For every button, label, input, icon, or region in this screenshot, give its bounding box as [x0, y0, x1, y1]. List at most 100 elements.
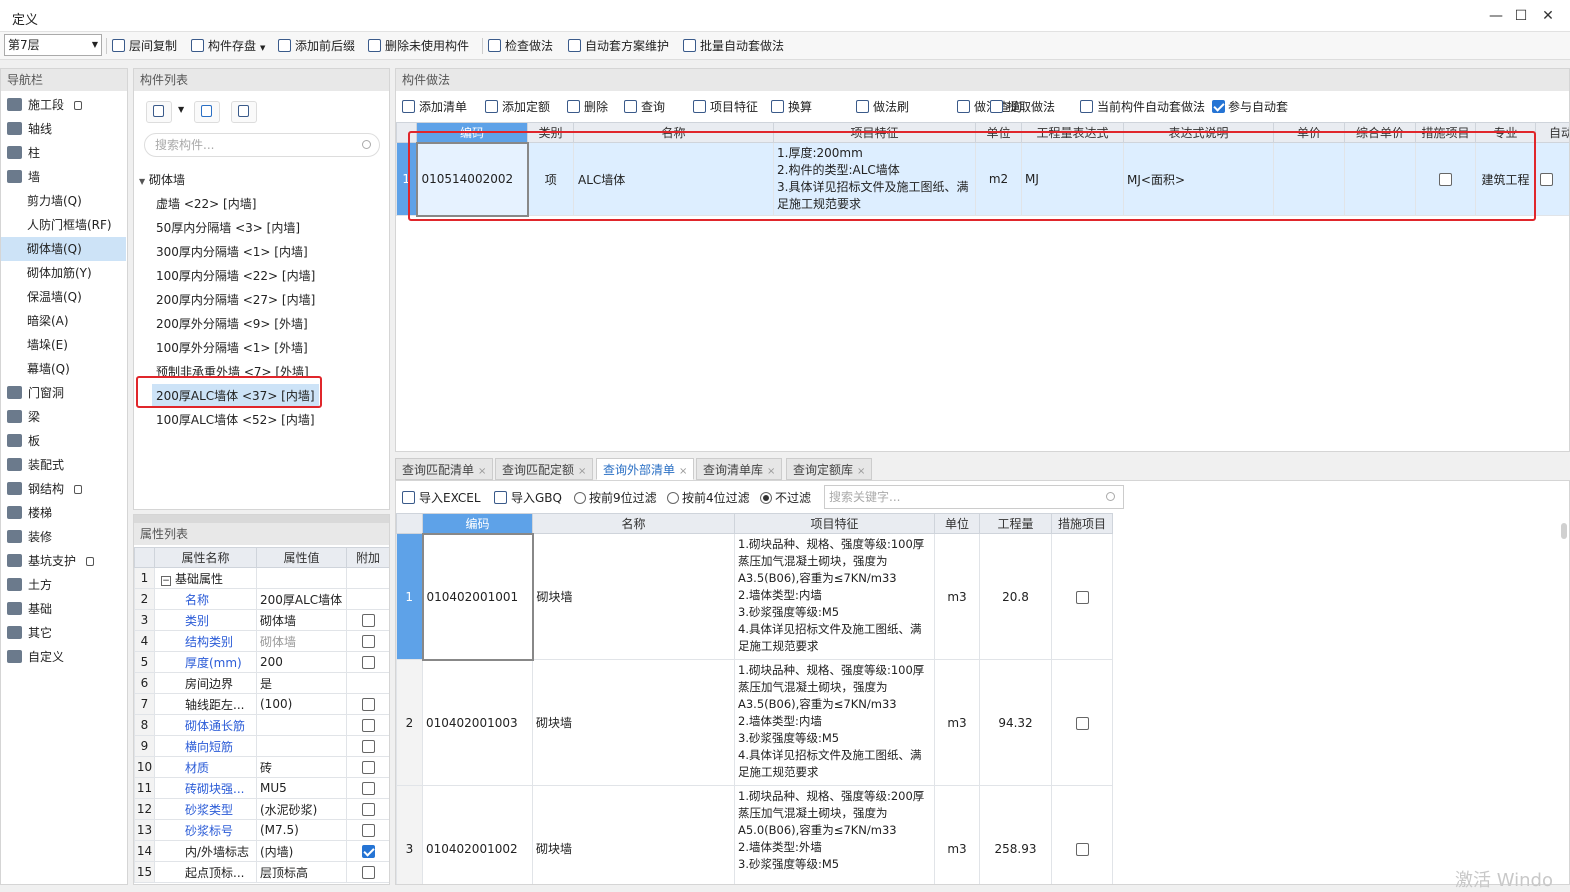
nav-item[interactable]: 轴线 — [1, 117, 126, 141]
cell-price[interactable] — [1274, 143, 1345, 216]
property-value[interactable]: 200 — [257, 652, 347, 673]
nav-item[interactable]: 墙垛(E) — [1, 333, 126, 357]
attach-checkbox[interactable] — [362, 635, 375, 648]
cell-unit[interactable]: m3 — [935, 786, 980, 886]
toolbar-button[interactable]: 删除未使用构件 — [368, 37, 469, 55]
query-tab[interactable]: 查询定额库× — [786, 458, 872, 480]
col-header[interactable]: 项目特征 — [735, 514, 935, 534]
property-attach[interactable] — [347, 778, 390, 799]
minimize-icon[interactable]: — — [1485, 6, 1507, 26]
cell-feature[interactable]: 1.砌块品种、规格、强度等级:200厚蒸压加气混凝土砌块，强度为A5.0(B06… — [735, 786, 935, 886]
cell-name[interactable]: 砌块墙 — [533, 534, 735, 660]
property-attach[interactable] — [347, 694, 390, 715]
nav-item[interactable]: 装修 — [1, 525, 126, 549]
property-row[interactable]: 11砖砌块强...MU5 — [135, 778, 390, 799]
component-search-input[interactable]: 搜索构件... — [144, 133, 380, 157]
property-value[interactable]: 层顶标高 — [257, 862, 347, 883]
attach-checkbox[interactable] — [362, 719, 375, 732]
cell-qty[interactable]: 94.32 — [980, 660, 1052, 786]
col-header[interactable]: 编码 — [423, 514, 533, 534]
toolbar-button[interactable]: 批量自动套做法 — [683, 37, 784, 55]
property-row[interactable]: 3类别砌体墙 — [135, 610, 390, 631]
col-header[interactable]: 单位 — [976, 123, 1022, 143]
property-value[interactable]: (M7.5) — [257, 820, 347, 841]
cell-code[interactable]: 010514002002 — [417, 143, 528, 216]
method-tool-button[interactable]: 提取做法 — [990, 98, 1055, 116]
col-header[interactable]: 名称 — [533, 514, 735, 534]
cell-feature[interactable]: 1.砌块品种、规格、强度等级:100厚蒸压加气混凝土砌块，强度为A3.5(B06… — [735, 660, 935, 786]
query-tab[interactable]: 查询匹配定额× — [495, 458, 593, 480]
nav-item[interactable]: 门窗洞 — [1, 381, 126, 405]
close-icon[interactable]: × — [857, 466, 865, 477]
cell-measure[interactable] — [1052, 660, 1113, 786]
nav-item[interactable]: 土方 — [1, 573, 126, 597]
method-tool-button[interactable]: 做法刷 — [856, 98, 909, 116]
cell-major[interactable]: 建筑工程 — [1476, 143, 1536, 216]
nav-item[interactable]: 装配式 — [1, 453, 126, 477]
table-row[interactable]: 1 010514002002 项 ALC墙体 1.厚度:200mm2.构件的类型… — [397, 143, 1570, 216]
cell-code[interactable]: 010402001001 — [423, 534, 533, 660]
property-attach[interactable] — [347, 568, 390, 589]
toolbar-button[interactable]: 检查做法 — [488, 37, 553, 55]
attach-checkbox[interactable] — [362, 698, 375, 711]
col-header[interactable]: 单价 — [1274, 123, 1345, 143]
cell-cprice[interactable] — [1345, 143, 1416, 216]
property-value[interactable] — [257, 715, 347, 736]
attach-checkbox[interactable] — [362, 740, 375, 753]
component-item[interactable]: 虚墙 <22> [内墙] — [156, 192, 256, 216]
property-row[interactable]: 7轴线距左...(100) — [135, 694, 390, 715]
col-header[interactable]: 类别 — [528, 123, 574, 143]
scrollbar-thumb[interactable] — [1561, 523, 1567, 539]
cell-unit[interactable]: m3 — [935, 660, 980, 786]
chevron-down-icon[interactable]: ▼ — [178, 105, 184, 114]
col-header[interactable]: 编码 — [417, 123, 528, 143]
filter-4-radio[interactable]: 按前4位过滤 — [667, 489, 750, 506]
cell-qty[interactable]: 258.93 — [980, 786, 1052, 886]
nav-item[interactable]: 砌体墙(Q) — [1, 237, 126, 261]
nav-item[interactable]: 人防门框墙(RF) — [1, 213, 126, 237]
property-attach[interactable] — [347, 862, 390, 883]
property-value[interactable]: (100) — [257, 694, 347, 715]
attach-checkbox[interactable] — [362, 824, 375, 837]
nav-item[interactable]: 自定义 — [1, 645, 126, 669]
property-attach[interactable] — [347, 715, 390, 736]
cell-measure[interactable] — [1052, 534, 1113, 660]
toolbar-button[interactable]: 自动套方案维护 — [568, 37, 669, 55]
nav-item[interactable]: 砌体加筋(Y) — [1, 261, 126, 285]
component-item[interactable]: 200厚内分隔墙 <27> [内墙] — [156, 288, 315, 312]
query-tab[interactable]: 查询匹配清单× — [395, 458, 493, 480]
property-row[interactable]: 9横向短筋 — [135, 736, 390, 757]
component-item[interactable]: 200厚ALC墙体 <37> [内墙] — [152, 384, 319, 408]
participate-checkbox[interactable] — [1212, 100, 1225, 113]
import-excel-button[interactable]: 导入EXCEL — [402, 489, 481, 506]
component-item[interactable]: 300厚内分隔墙 <1> [内墙] — [156, 240, 308, 264]
col-header[interactable]: 自动 — [1536, 123, 1570, 143]
table-row[interactable]: 2010402001003砌块墙1.砌块品种、规格、强度等级:100厚蒸压加气混… — [397, 660, 1113, 786]
method-tool-button[interactable]: 添加定额 — [485, 98, 550, 116]
tree-group-masonry[interactable]: ▼ 砌体墙 — [139, 168, 185, 192]
no-filter-radio[interactable]: 不过滤 — [760, 489, 811, 506]
cell-desc[interactable]: MJ<面积> — [1124, 143, 1274, 216]
property-attach[interactable] — [347, 652, 390, 673]
nav-item[interactable]: 楼梯 — [1, 501, 126, 525]
property-value[interactable] — [257, 736, 347, 757]
col-header[interactable]: 工程量表达式 — [1022, 123, 1124, 143]
cell-feature[interactable]: 1.砌块品种、规格、强度等级:100厚蒸压加气混凝土砌块，强度为A3.5(B06… — [735, 534, 935, 660]
measure-checkbox[interactable] — [1439, 173, 1452, 186]
property-row[interactable]: 6房间边界是 — [135, 673, 390, 694]
property-value[interactable]: (水泥砂浆) — [257, 799, 347, 820]
collapse-icon[interactable]: − — [161, 576, 171, 586]
cell-name[interactable]: 砌块墙 — [533, 660, 735, 786]
property-attach[interactable] — [347, 610, 390, 631]
nav-item[interactable]: 暗梁(A) — [1, 309, 126, 333]
copy-component-button[interactable] — [194, 101, 220, 123]
property-attach[interactable] — [347, 589, 390, 610]
col-header[interactable]: 工程量 — [980, 514, 1052, 534]
cell-name[interactable]: 砌块墙 — [533, 786, 735, 886]
property-row[interactable]: 15起点顶标...层顶标高 — [135, 862, 390, 883]
method-tool-button[interactable]: 换算 — [771, 98, 812, 116]
property-row[interactable]: 4结构类别砌体墙 — [135, 631, 390, 652]
cell-code[interactable]: 010402001003 — [423, 660, 533, 786]
col-header[interactable]: 表达式说明 — [1124, 123, 1274, 143]
nav-item[interactable]: 钢结构 — [1, 477, 126, 501]
